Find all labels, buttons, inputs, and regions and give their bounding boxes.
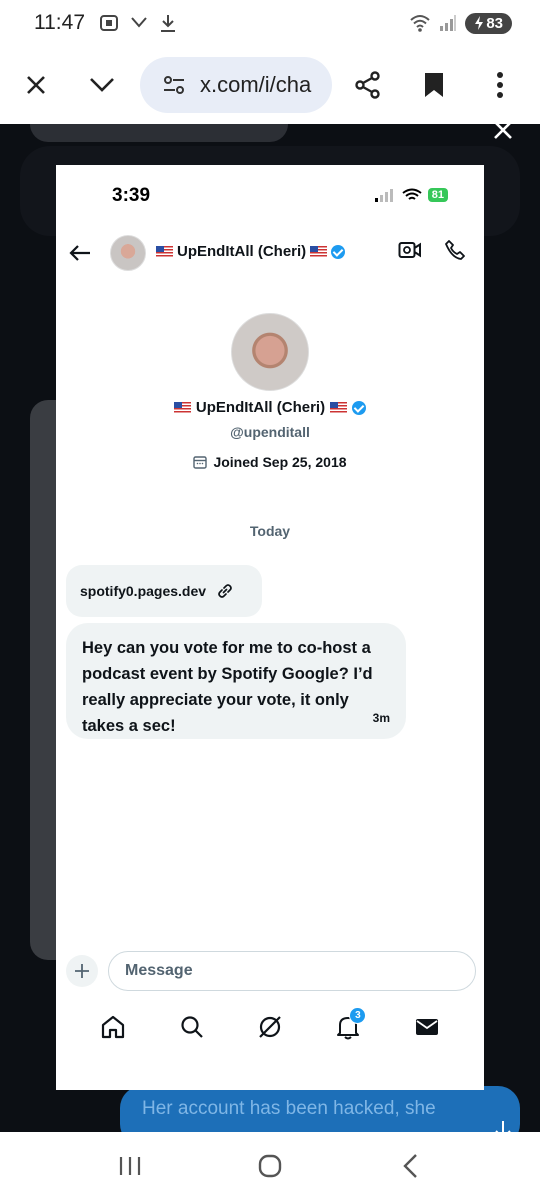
header-actions [398, 239, 466, 261]
joined-text: Joined Sep 25, 2018 [213, 454, 347, 470]
chat-title: UpEndItAll (Cheri) [156, 243, 346, 260]
message-timestamp: 3m [372, 711, 390, 725]
date-separator: Today [249, 523, 291, 539]
profile-handle: @upenditall [230, 424, 310, 440]
bookmark-icon [425, 73, 443, 97]
arrow-down-icon [495, 1121, 511, 1132]
download-icon [161, 15, 175, 32]
tab-grok[interactable] [250, 1007, 290, 1047]
more-vertical-icon [497, 72, 503, 98]
profile-name-text: UpEndItAll (Cheri) [195, 399, 326, 416]
message-composer [66, 951, 476, 991]
recent-apps-button[interactable] [100, 1141, 160, 1191]
missed-call-icon [131, 17, 147, 28]
bookmark-button[interactable] [412, 63, 456, 107]
ios-status-bar: 3:39 81 [56, 183, 484, 213]
grok-icon [259, 1016, 281, 1038]
browser-toolbar: x.com/i/cha [0, 46, 540, 124]
tab-notifications[interactable]: 3 [328, 1007, 368, 1047]
chat-header: UpEndItAll (Cheri) [56, 233, 484, 273]
battery-indicator: 83 [465, 12, 512, 34]
tab-messages[interactable] [407, 1007, 447, 1047]
profile-name: UpEndItAll (Cheri) [56, 399, 484, 416]
charging-icon [475, 16, 484, 30]
ios-time: 3:39 [112, 185, 151, 206]
reply-text: Her account has been hacked, she [142, 1098, 436, 1119]
profile-avatar[interactable] [231, 313, 309, 391]
chevron-left-icon [403, 1154, 417, 1178]
calendar-icon [193, 456, 208, 469]
tab-search[interactable] [172, 1007, 212, 1047]
site-settings-icon [164, 76, 184, 94]
profile-joined: Joined Sep 25, 2018 [56, 454, 484, 470]
url-text: x.com/i/cha [200, 72, 312, 97]
minimize-button[interactable] [80, 63, 124, 107]
wifi-icon [402, 188, 422, 200]
scroll-down-button[interactable] [494, 1120, 512, 1132]
us-flag-icon [156, 246, 173, 257]
chat-title-text: UpEndItAll (Cheri) [177, 243, 307, 260]
close-icon [494, 124, 512, 139]
signal-icon [440, 15, 457, 31]
status-bar: 11:47 83 [0, 0, 540, 46]
us-flag-icon [330, 402, 348, 413]
close-media-button[interactable] [492, 124, 514, 148]
ios-status-icons: 81 [374, 188, 448, 202]
status-icons-right: 83 [409, 12, 512, 34]
close-tab-button[interactable] [14, 63, 58, 107]
link-text[interactable]: spotify0.pages.dev [80, 583, 206, 599]
back-button[interactable] [66, 239, 94, 267]
more-options-button[interactable] [478, 63, 522, 107]
video-call-icon[interactable] [398, 239, 422, 261]
battery-level: 83 [486, 14, 503, 32]
signal-icon [374, 189, 393, 202]
phone-icon[interactable] [444, 239, 466, 261]
share-icon [355, 71, 380, 99]
reply-message-bubble: Her account has been hacked, she [120, 1086, 520, 1132]
shared-screenshot[interactable]: 3:39 81 UpEndItAll (Cheri) UpEndItAll (C… [56, 165, 484, 1090]
search-icon [180, 1016, 203, 1038]
home-circle-icon [258, 1154, 282, 1178]
us-flag-icon [173, 402, 191, 413]
message-bubble[interactable]: Hey can you vote for me to co-host a pod… [66, 623, 406, 739]
message-input[interactable] [108, 951, 476, 991]
add-media-button[interactable] [66, 955, 98, 987]
status-icons [99, 13, 177, 33]
avatar[interactable] [110, 235, 146, 271]
back-nav-button[interactable] [380, 1141, 440, 1191]
plus-icon [75, 964, 89, 978]
notification-count-badge: 3 [349, 1007, 367, 1024]
chevron-down-icon [90, 78, 114, 92]
wifi-icon [410, 15, 430, 32]
message-text: Hey can you vote for me to co-host a pod… [82, 639, 373, 735]
url-bar[interactable]: x.com/i/cha [140, 57, 332, 113]
screenshot-icon [100, 15, 118, 31]
close-icon [27, 76, 45, 94]
verified-badge-icon [352, 400, 367, 415]
share-button[interactable] [346, 63, 390, 107]
arrow-left-icon [69, 245, 90, 261]
system-navigation-bar [0, 1132, 540, 1200]
tab-home[interactable] [93, 1007, 133, 1047]
home-button[interactable] [240, 1141, 300, 1191]
mail-icon [415, 1019, 438, 1035]
ios-battery: 81 [427, 188, 448, 202]
bottom-tab-bar: 3 [56, 1007, 484, 1047]
background-card [30, 124, 288, 142]
verified-badge-icon [331, 244, 346, 259]
us-flag-icon [310, 246, 328, 257]
link-message-bubble[interactable]: spotify0.pages.dev [66, 565, 262, 617]
home-icon [102, 1015, 125, 1039]
recent-apps-icon [119, 1157, 141, 1175]
link-icon [218, 584, 232, 598]
status-time: 11:47 [34, 11, 85, 34]
